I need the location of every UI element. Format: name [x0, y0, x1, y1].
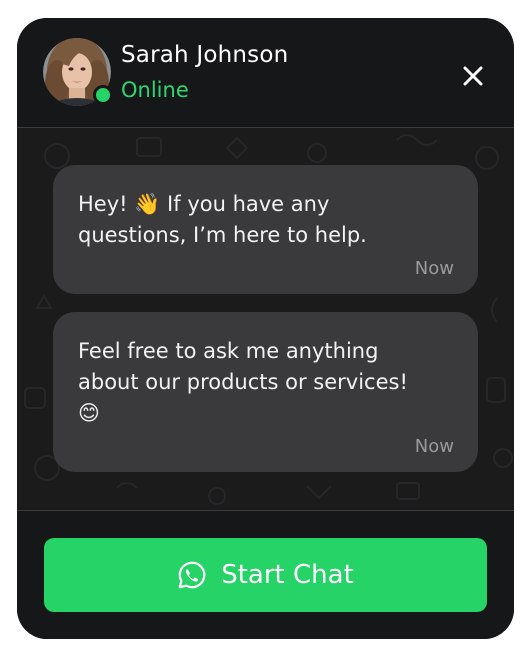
message-time: Now	[414, 436, 454, 457]
message-bubble: Hey! 👋 If you have any questions, I’m he…	[53, 165, 478, 294]
start-chat-label: Start Chat	[221, 560, 354, 590]
chat-header: Sarah Johnson Online	[17, 18, 514, 128]
avatar	[43, 38, 113, 106]
message-text: Feel free to ask me anything about our p…	[78, 339, 408, 425]
close-icon[interactable]	[461, 64, 485, 88]
message-time: Now	[414, 258, 454, 279]
start-chat-button[interactable]: Start Chat	[44, 538, 487, 612]
message-bubble: Feel free to ask me anything about our p…	[53, 312, 478, 472]
contact-status: Online	[121, 78, 189, 102]
whatsapp-icon	[178, 561, 206, 589]
message-text: Hey! 👋 If you have any questions, I’m he…	[78, 192, 367, 247]
chat-body: Hey! 👋 If you have any questions, I’m he…	[17, 128, 514, 510]
chat-footer: Start Chat	[17, 510, 514, 639]
online-status-dot	[93, 85, 113, 105]
contact-name: Sarah Johnson	[121, 42, 289, 68]
chat-widget: Sarah Johnson Online Hey! 👋 If you have …	[17, 18, 514, 639]
